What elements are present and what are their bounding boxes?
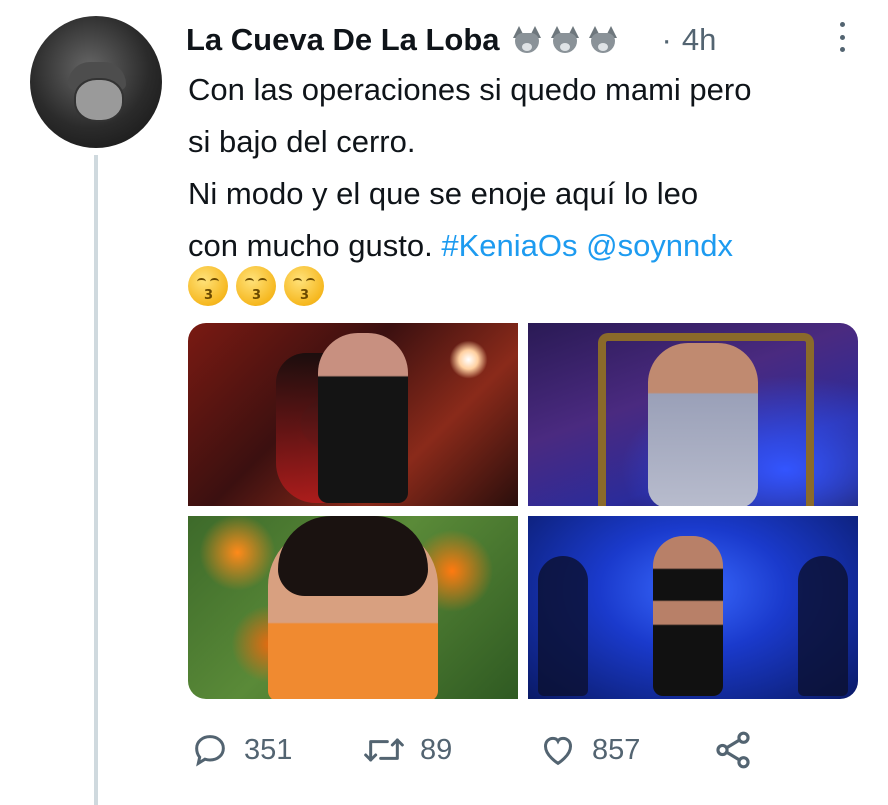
action-bar: 351 89 857: [188, 722, 868, 778]
tweet-line-text: con mucho gusto.: [188, 228, 442, 263]
heart-icon: [543, 736, 573, 766]
more-options-icon[interactable]: [836, 22, 848, 52]
tweet-line-last: con mucho gusto. #KeniaOs @soynndx: [188, 220, 868, 272]
tweet-text: Con las operaciones si quedo mami pero s…: [188, 64, 868, 272]
reply-count: 351: [244, 733, 293, 766]
tweet-timestamp[interactable]: 4h: [682, 22, 716, 58]
retweet-button[interactable]: 89: [362, 730, 452, 770]
time-separator: ·: [661, 22, 672, 57]
flowers-photo[interactable]: [188, 516, 518, 699]
like-count: 857: [592, 733, 641, 766]
media-grid: [188, 323, 858, 699]
tweet-line: Con las operaciones si quedo mami pero: [188, 72, 752, 107]
wolf-face-icon: [586, 25, 620, 55]
hashtag-link[interactable]: #KeniaOs: [441, 228, 577, 263]
like-button[interactable]: 857: [538, 730, 640, 770]
share-icon: [716, 731, 750, 769]
wolf-face-icon: [548, 25, 582, 55]
author-avatar[interactable]: [30, 16, 162, 148]
author-name[interactable]: La Cueva De La Loba: [186, 22, 500, 58]
avatar-face: [74, 78, 124, 122]
share-button[interactable]: [712, 729, 754, 771]
tweet-line: si bajo del cerro.: [188, 124, 416, 159]
throne-photo[interactable]: [528, 323, 858, 506]
name-badges: [510, 25, 620, 55]
thread-line: [94, 155, 98, 805]
kissing-smiling-eyes-icon: 3: [236, 266, 276, 306]
concert-photo[interactable]: [188, 323, 518, 506]
stage-photo[interactable]: [528, 516, 858, 699]
tweet-line: Ni modo y el que se enoje aquí lo leo: [188, 176, 699, 211]
tweet-header: La Cueva De La Loba · 4h: [186, 20, 876, 60]
kissing-smiling-eyes-icon: 3: [188, 266, 228, 306]
reply-button[interactable]: 351: [190, 730, 292, 770]
retweet-icon: [364, 738, 404, 762]
mention-link[interactable]: @soynndx: [586, 228, 733, 263]
retweet-count: 89: [420, 733, 453, 766]
emoji-row: 3 3 3: [188, 266, 324, 306]
wolf-face-icon: [510, 25, 544, 55]
kissing-smiling-eyes-icon: 3: [284, 266, 324, 306]
reply-icon: [195, 735, 225, 767]
